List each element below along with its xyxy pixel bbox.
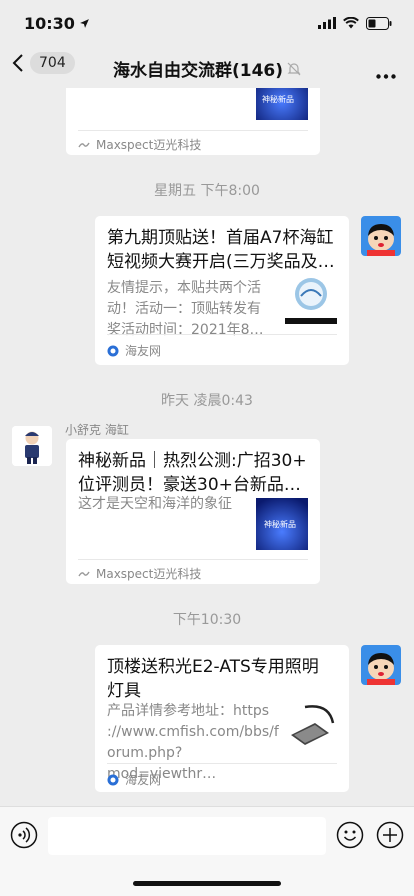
- card-divider: [78, 559, 308, 560]
- sender-avatar[interactable]: [12, 426, 52, 466]
- home-indicator[interactable]: [133, 881, 281, 886]
- card-title: 第九期顶贴送！首届A7杯海缸 短视频大赛开启(三万奖品及…: [107, 226, 339, 274]
- link-card-hyw-lamp[interactable]: 顶楼送积光E2-ATS专用照明 灯具 产品详情参考地址：https ://www…: [95, 645, 349, 792]
- card-title-line: 短视频大赛开启(三万奖品及…: [107, 252, 335, 272]
- thumbnail-caption: 神秘新品: [262, 95, 294, 104]
- maxspect-logo-icon: [78, 142, 90, 147]
- chat-title-text: 海水自由交流群(146): [112, 61, 284, 81]
- emoji-icon: [336, 821, 364, 849]
- link-card-maxspect-top[interactable]: 神秘新品 Maxspect迈光科技: [66, 88, 320, 155]
- card-description: 这才是天空和海洋的象征: [78, 494, 248, 515]
- card-thumbnail: 神秘新品: [256, 498, 308, 550]
- card-description: 友情提示，本贴共两个活 动！活动一：顶贴转发有 奖活动时间：2021年8…: [107, 278, 277, 341]
- card-desc-line: 这才是天空和海洋的象征: [78, 496, 232, 512]
- plus-icon: [376, 821, 404, 849]
- haiyouwang-logo-icon: [107, 345, 119, 356]
- timestamp: 昨天 凌晨0:43: [161, 393, 253, 409]
- more-dots-icon: [376, 74, 396, 79]
- card-title: 神秘新品｜热烈公测:广招30+ 位评测员！豪送30+台新品…: [78, 449, 310, 497]
- card-divider: [107, 334, 337, 335]
- voice-icon: [10, 821, 38, 849]
- card-divider: [78, 130, 308, 131]
- card-desc-line: 产品详情参考地址：https: [107, 703, 270, 719]
- source-name: 海友网: [125, 344, 162, 358]
- thumbnail-caption: 神秘新品: [264, 520, 296, 529]
- chat-area[interactable]: 神秘新品 Maxspect迈光科技 星期五 下午8:00 第九期顶贴送！首届A7…: [0, 88, 414, 806]
- status-time: 10:30: [24, 14, 90, 33]
- haiyouwang-logo-icon: [107, 774, 119, 785]
- link-card-maxspect-test[interactable]: 神秘新品｜热烈公测:广招30+ 位评测员！豪送30+台新品… 这才是天空和海洋的…: [66, 439, 320, 584]
- clock-text: 10:30: [24, 13, 75, 33]
- maxspect-logo-icon: [78, 571, 90, 576]
- voice-button[interactable]: [10, 821, 38, 849]
- card-divider: [107, 763, 337, 764]
- card-title-line: 灯具: [107, 681, 141, 701]
- my-avatar[interactable]: [361, 216, 401, 256]
- timestamp: 星期五 下午8:00: [154, 183, 260, 199]
- status-bar: 10:30: [0, 0, 414, 46]
- source-name: 海友网: [125, 773, 162, 787]
- card-desc-line: 动！活动一：顶贴转发有: [107, 301, 261, 317]
- location-arrow-icon: [80, 18, 89, 28]
- card-source: 海友网: [107, 771, 161, 788]
- card-thumbnail: [285, 272, 337, 324]
- battery-icon: [366, 16, 392, 30]
- source-name: Maxspect迈光科技: [96, 138, 202, 152]
- link-card-hyw-contest[interactable]: 第九期顶贴送！首届A7杯海缸 短视频大赛开启(三万奖品及… 友情提示，本贴共两个…: [95, 216, 349, 365]
- card-source: Maxspect迈光科技: [78, 565, 201, 582]
- sender-name: 小舒克 海缸: [65, 423, 129, 437]
- timestamp: 下午10:30: [172, 612, 242, 628]
- wifi-icon: [343, 17, 359, 29]
- more-button[interactable]: [376, 64, 396, 83]
- signal-icon: [318, 17, 336, 29]
- emoji-button[interactable]: [336, 821, 364, 849]
- card-desc-line: 奖活动时间：2021年8…: [107, 322, 264, 338]
- card-thumbnail: 神秘新品: [256, 88, 308, 120]
- chat-title: 海水自由交流群(146): [0, 56, 414, 81]
- card-source: 海友网: [107, 342, 161, 359]
- status-indicators: [318, 16, 392, 30]
- nav-bar: 704 海水自由交流群(146): [0, 46, 414, 88]
- card-desc-line: ://www.cmfish.com/bbs/f: [107, 724, 279, 740]
- bell-muted-icon: [287, 62, 301, 75]
- card-title-line: 神秘新品｜热烈公测:广招30+: [78, 451, 307, 471]
- card-desc-line: 友情提示，本贴共两个活: [107, 280, 261, 296]
- card-thumbnail: [285, 701, 337, 753]
- more-functions-button[interactable]: [376, 821, 404, 849]
- source-name: Maxspect迈光科技: [96, 567, 202, 581]
- card-title-line: 第九期顶贴送！首届A7杯海缸: [107, 228, 334, 248]
- my-avatar[interactable]: [361, 645, 401, 685]
- card-title-line: 顶楼送积光E2-ATS专用照明: [107, 657, 319, 677]
- card-title: 顶楼送积光E2-ATS专用照明 灯具: [107, 655, 339, 703]
- card-source: Maxspect迈光科技: [78, 136, 201, 153]
- message-input[interactable]: [48, 817, 326, 855]
